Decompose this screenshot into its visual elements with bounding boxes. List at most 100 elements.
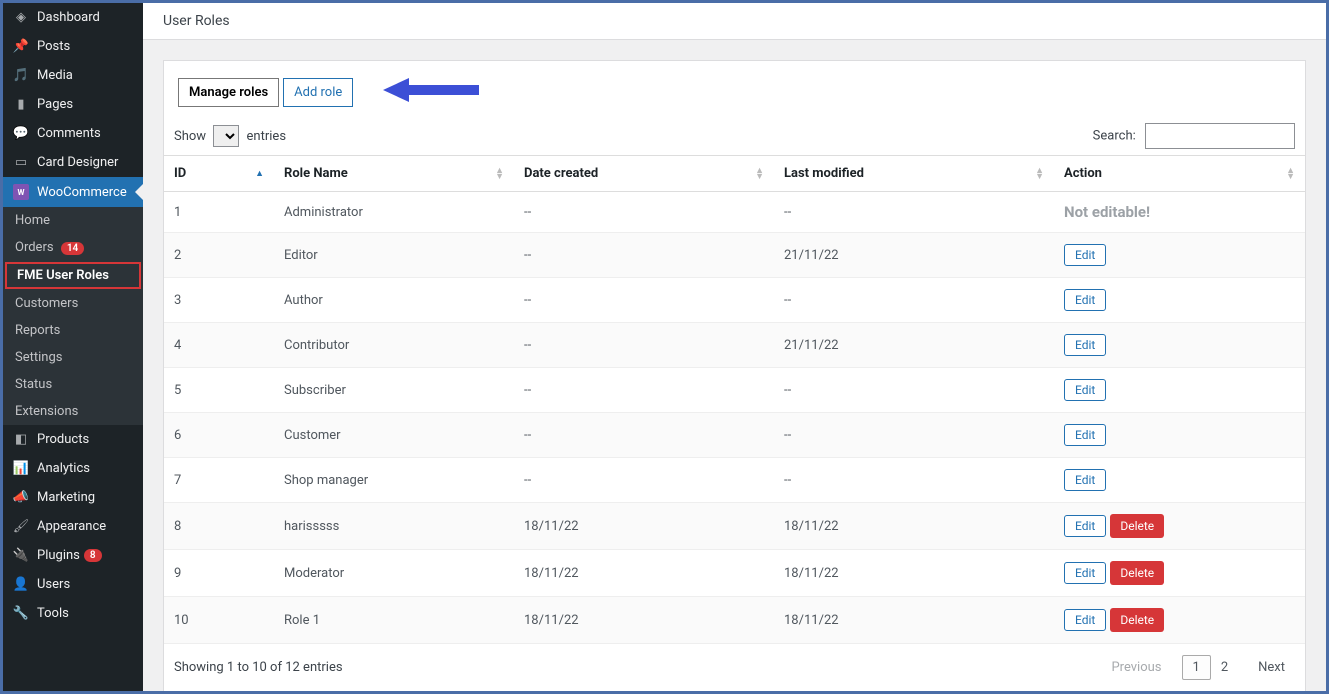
- sidebar-label: Marketing: [37, 490, 95, 505]
- cell-action: Edit: [1054, 278, 1305, 323]
- cell-modified: --: [774, 368, 1054, 413]
- cell-role: Subscriber: [274, 368, 514, 413]
- sub-item-extensions[interactable]: Extensions: [3, 398, 143, 425]
- card-icon: ▭: [11, 155, 31, 170]
- cell-modified: --: [774, 413, 1054, 458]
- page-icon: ▮: [11, 97, 31, 112]
- sidebar-item-appearance[interactable]: 🖌Appearance: [3, 512, 143, 541]
- col-created[interactable]: Date created▲▼: [514, 156, 774, 192]
- col-id[interactable]: ID▲: [164, 156, 274, 192]
- table-row: 5Subscriber----Edit: [164, 368, 1305, 413]
- sidebar-item-posts[interactable]: 📌Posts: [3, 32, 143, 61]
- cell-created: --: [514, 278, 774, 323]
- tab-add-role[interactable]: Add role: [283, 78, 353, 107]
- sidebar-label: Card Designer: [37, 155, 118, 170]
- sidebar-item-comments[interactable]: 💬Comments: [3, 119, 143, 148]
- edit-button[interactable]: Edit: [1064, 379, 1106, 401]
- cell-id: 4: [164, 323, 274, 368]
- cell-modified: --: [774, 192, 1054, 233]
- edit-button[interactable]: Edit: [1064, 289, 1106, 311]
- edit-button[interactable]: Edit: [1064, 244, 1106, 266]
- cell-created: 18/11/22: [514, 550, 774, 597]
- not-editable-label: Not editable!: [1064, 203, 1150, 221]
- pagination: Previous 12 Next: [1101, 656, 1295, 679]
- page-number[interactable]: 1: [1182, 655, 1211, 680]
- sidebar-item-woocommerce[interactable]: W WooCommerce: [3, 177, 143, 207]
- cell-created: --: [514, 368, 774, 413]
- cell-role: Author: [274, 278, 514, 323]
- tools-icon: 🔧: [11, 606, 31, 621]
- woocommerce-submenu: Home Orders 14 FME User Roles Customers …: [3, 207, 143, 425]
- sidebar-label: Appearance: [37, 519, 106, 534]
- col-action[interactable]: Action▲▼: [1054, 156, 1305, 192]
- sub-item-settings[interactable]: Settings: [3, 344, 143, 371]
- cell-role: Shop manager: [274, 458, 514, 503]
- search-input[interactable]: [1145, 123, 1295, 149]
- cell-action: EditDelete: [1054, 503, 1305, 550]
- cell-modified: 18/11/22: [774, 503, 1054, 550]
- table-row: 8harisssss18/11/2218/11/22EditDelete: [164, 503, 1305, 550]
- table-row: 3Author----Edit: [164, 278, 1305, 323]
- edit-button[interactable]: Edit: [1064, 469, 1106, 491]
- sub-item-fme-user-roles[interactable]: FME User Roles: [5, 262, 141, 289]
- length-control: Show 10 entries: [174, 125, 286, 147]
- sub-item-orders[interactable]: Orders 14: [3, 234, 143, 261]
- col-role[interactable]: Role Name▲▼: [274, 156, 514, 192]
- edit-button[interactable]: Edit: [1064, 562, 1106, 584]
- sidebar-label: Dashboard: [37, 10, 100, 25]
- cell-role: Customer: [274, 413, 514, 458]
- sidebar-item-users[interactable]: 👤Users: [3, 570, 143, 599]
- sidebar-label: WooCommerce: [37, 185, 127, 200]
- sidebar-item-marketing[interactable]: 📣 Marketing: [3, 483, 143, 512]
- cell-created: --: [514, 413, 774, 458]
- sidebar-item-analytics[interactable]: 📊Analytics: [3, 454, 143, 483]
- delete-button[interactable]: Delete: [1110, 608, 1164, 632]
- page-number[interactable]: 2: [1211, 656, 1238, 679]
- table-row: 4Contributor--21/11/22Edit: [164, 323, 1305, 368]
- show-label: Show: [174, 129, 206, 144]
- table-row: 9Moderator18/11/2218/11/22EditDelete: [164, 550, 1305, 597]
- delete-button[interactable]: Delete: [1110, 561, 1164, 585]
- sidebar-item-pages[interactable]: ▮Pages: [3, 90, 143, 119]
- marketing-icon: 📣: [11, 490, 31, 505]
- cell-id: 1: [164, 192, 274, 233]
- plugins-count-badge: 8: [84, 549, 102, 562]
- sort-icon: ▲▼: [755, 168, 764, 180]
- sidebar-item-plugins[interactable]: 🔌Plugins 8: [3, 541, 143, 570]
- cell-id: 5: [164, 368, 274, 413]
- cell-action: EditDelete: [1054, 550, 1305, 597]
- sidebar-item-products[interactable]: ◧Products: [3, 425, 143, 454]
- page-next[interactable]: Next: [1248, 656, 1295, 679]
- length-select[interactable]: 10: [213, 125, 239, 147]
- sub-item-status[interactable]: Status: [3, 371, 143, 398]
- sub-item-reports[interactable]: Reports: [3, 317, 143, 344]
- edit-button[interactable]: Edit: [1064, 515, 1106, 537]
- cell-action: Edit: [1054, 233, 1305, 278]
- cell-modified: 18/11/22: [774, 597, 1054, 644]
- sidebar-item-media[interactable]: 🎵Media: [3, 61, 143, 90]
- cell-role: Role 1: [274, 597, 514, 644]
- search-label: Search:: [1093, 129, 1136, 144]
- cell-role: harisssss: [274, 503, 514, 550]
- edit-button[interactable]: Edit: [1064, 334, 1106, 356]
- sub-item-home[interactable]: Home: [3, 207, 143, 234]
- col-modified[interactable]: Last modified▲▼: [774, 156, 1054, 192]
- sidebar-item-dashboard[interactable]: ◈Dashboard: [3, 3, 143, 32]
- sidebar-item-tools[interactable]: 🔧Tools: [3, 599, 143, 628]
- table-row: 7Shop manager----Edit: [164, 458, 1305, 503]
- main-content: User Roles Manage roles Add role Show 10…: [143, 3, 1326, 691]
- delete-button[interactable]: Delete: [1110, 514, 1164, 538]
- woocommerce-icon: W: [11, 184, 31, 200]
- sidebar-label: Plugins: [37, 548, 80, 563]
- sort-icon: ▲▼: [495, 168, 504, 180]
- sub-item-customers[interactable]: Customers: [3, 290, 143, 317]
- page-previous[interactable]: Previous: [1101, 656, 1171, 679]
- cell-modified: 21/11/22: [774, 233, 1054, 278]
- edit-button[interactable]: Edit: [1064, 609, 1106, 631]
- table-row: 6Customer----Edit: [164, 413, 1305, 458]
- cell-role: Contributor: [274, 323, 514, 368]
- sidebar-item-card-designer[interactable]: ▭ Card Designer: [3, 148, 143, 177]
- tab-manage-roles[interactable]: Manage roles: [178, 78, 279, 107]
- edit-button[interactable]: Edit: [1064, 424, 1106, 446]
- cell-id: 7: [164, 458, 274, 503]
